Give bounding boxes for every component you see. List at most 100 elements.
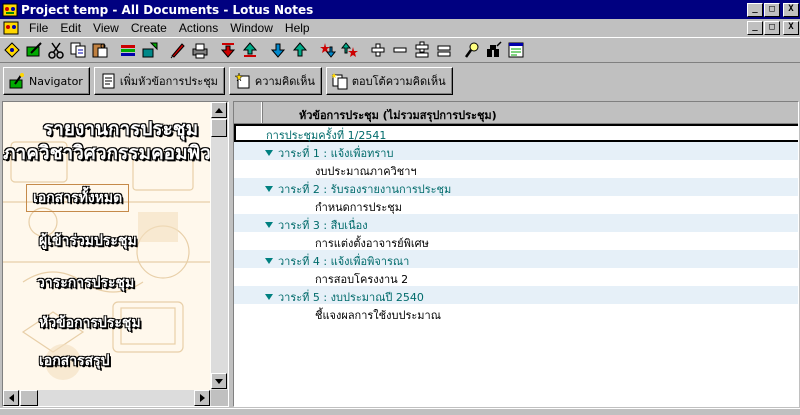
nav-link-attendees[interactable]: ผู้เข้าร่วมประชุม (39, 230, 137, 252)
open-database-icon[interactable] (1, 39, 23, 61)
document-row[interactable]: งบประมาณภาควิชาฯ (234, 160, 798, 178)
vertical-scroll-thumb[interactable] (211, 119, 227, 137)
menu-actions[interactable]: Actions (173, 21, 224, 35)
view-pane: หัวข้อการประชุม (ไม่รวมสรุปการประชุม) กา… (233, 101, 799, 407)
status-bar (0, 408, 800, 415)
doc-close-button[interactable]: X (783, 21, 799, 35)
view-column-header[interactable]: หัวข้อการประชุม (ไม่รวมสรุปการประชุม) (234, 102, 798, 124)
selection-column-header (234, 102, 263, 123)
expanded-twistie-icon[interactable] (265, 150, 273, 156)
navigator-button[interactable]: Navigator (3, 67, 90, 95)
navigator-pane: รายงานการประชุม ภาควิชาวิศวกรรมคอมพิวเตอ… (2, 101, 229, 407)
scroll-up-arrow-icon[interactable] (211, 102, 227, 118)
row-label: การแต่งตั้งอาจารย์พิเศษ (315, 237, 429, 250)
collapse-icon[interactable] (389, 39, 411, 61)
row-label: วาระที่ 2 : รับรองรายงานการประชุม (278, 183, 452, 196)
menu-window[interactable]: Window (224, 21, 279, 35)
category-row[interactable]: วาระที่ 3 : สืบเนื่อง (234, 214, 798, 232)
scroll-right-arrow-icon[interactable] (194, 390, 210, 406)
reply-comment-icon (330, 73, 348, 90)
navigator-button-label: Navigator (29, 74, 83, 88)
nav-link-summary[interactable]: เอกสารสรุป (39, 350, 110, 372)
category-row[interactable]: วาระที่ 2 : รับรองรายงานการประชุม (234, 178, 798, 196)
category-row[interactable]: การประชุมครั้งที่ 1/2541 (234, 124, 798, 142)
expanded-twistie-icon[interactable] (265, 222, 273, 228)
expanded-twistie-icon[interactable] (265, 258, 273, 264)
expand-icon[interactable] (367, 39, 389, 61)
next-marked-icon[interactable] (317, 39, 339, 61)
document-list: การประชุมครั้งที่ 1/2541 วาระที่ 1 : แจ้ง… (234, 124, 798, 322)
action-bar: Navigator เพิ่มหัวข้อการประชุม ความคิดเห… (0, 64, 800, 98)
row-label: วาระที่ 5 : งบประมาณปี 2540 (278, 291, 424, 304)
minimize-button[interactable]: _ (747, 2, 763, 17)
categorize-icon[interactable] (139, 39, 161, 61)
document-row[interactable]: การแต่งตั้งอาจารย์พิเศษ (234, 232, 798, 250)
previous-unread-icon[interactable] (289, 39, 311, 61)
doc-minimize-button[interactable]: _ (747, 21, 763, 35)
title-bar: Project temp - All Documents - Lotus Not… (0, 0, 800, 19)
navigator-title-line2: ภาควิชาวิศวกรรมคอมพิวเตอร์ (3, 142, 210, 164)
menu-file[interactable]: File (23, 21, 54, 35)
row-label: การประชุมครั้งที่ 1/2541 (266, 129, 387, 142)
menu-view[interactable]: View (87, 21, 125, 35)
document-row[interactable]: กำหนดการประชุม (234, 196, 798, 214)
reply-button-label: ตอบโต้ความคิดเห็น (351, 75, 446, 88)
edit-document-icon[interactable] (23, 39, 45, 61)
menu-create[interactable]: Create (125, 21, 173, 35)
search-bar-icon[interactable] (483, 39, 505, 61)
nav-link-topics[interactable]: หัวข้อการประชุม (39, 312, 141, 334)
menu-bar: File Edit View Create Actions Window Hel… (0, 19, 800, 37)
row-label: ชี้แจงผลการใช้งบประมาณ (315, 309, 441, 322)
category-row[interactable]: วาระที่ 4 : แจ้งเพื่อพิจารณา (234, 250, 798, 268)
new-topic-button[interactable]: เพิ่มหัวข้อการประชุม (93, 67, 225, 95)
row-label: วาระที่ 3 : สืบเนื่อง (278, 219, 368, 232)
toolbar (0, 37, 800, 63)
new-document-icon (102, 73, 115, 89)
doc-restore-button[interactable]: □ (764, 21, 780, 35)
horizontal-scroll-thumb[interactable] (20, 390, 38, 406)
move-up-icon[interactable] (239, 39, 261, 61)
category-row[interactable]: วาระที่ 1 : แจ้งเพื่อทราบ (234, 142, 798, 160)
properties-icon[interactable] (505, 39, 527, 61)
move-down-icon[interactable] (217, 39, 239, 61)
navigator-vertical-scrollbar[interactable] (211, 102, 228, 390)
comment-button[interactable]: ความคิดเห็น (228, 67, 322, 95)
comment-button-label: ความคิดเห็น (254, 75, 315, 88)
nav-link-all-documents[interactable]: เอกสารทั้งหมด (26, 184, 130, 212)
menu-edit[interactable]: Edit (54, 21, 87, 35)
scroll-left-arrow-icon[interactable] (3, 390, 19, 406)
document-row[interactable]: การสอบโครงงาน 2 (234, 268, 798, 286)
paste-icon[interactable] (89, 39, 111, 61)
close-button[interactable]: X (783, 2, 799, 17)
restore-button[interactable]: □ (764, 2, 780, 17)
document-row[interactable]: ชี้แจงผลการใช้งบประมาณ (234, 304, 798, 322)
new-comment-icon (234, 72, 250, 89)
expanded-twistie-icon[interactable] (265, 294, 273, 300)
row-label: วาระที่ 4 : แจ้งเพื่อพิจารณา (278, 255, 410, 268)
expand-all-icon[interactable] (411, 39, 433, 61)
row-label: งบประมาณภาควิชาฯ (315, 165, 417, 178)
document-control-icon[interactable] (3, 21, 19, 35)
scroll-down-arrow-icon[interactable] (211, 373, 227, 389)
search-icon[interactable] (461, 39, 483, 61)
navigator-canvas: รายงานการประชุม ภาควิชาวิศวกรรมคอมพิวเตอ… (3, 102, 210, 390)
navigator-horizontal-scrollbar[interactable] (3, 390, 211, 406)
expanded-twistie-icon[interactable] (265, 186, 273, 192)
nav-link-agenda[interactable]: วาระการประชุม (37, 272, 134, 294)
navigator-icon (9, 73, 24, 89)
print-icon[interactable] (189, 39, 211, 61)
attachment-icon[interactable] (167, 39, 189, 61)
cut-icon[interactable] (45, 39, 67, 61)
category-row[interactable]: วาระที่ 5 : งบประมาณปี 2540 (234, 286, 798, 304)
menu-help[interactable]: Help (279, 21, 316, 35)
copy-icon[interactable] (67, 39, 89, 61)
lotus-notes-app-icon[interactable] (2, 2, 18, 18)
previous-marked-icon[interactable] (339, 39, 361, 61)
reply-button[interactable]: ตอบโต้ความคิดเห็น (325, 67, 453, 95)
bookmark-icon[interactable] (117, 39, 139, 61)
row-label: กำหนดการประชุม (315, 201, 403, 214)
window-title: Project temp - All Documents - Lotus Not… (21, 2, 314, 17)
next-unread-icon[interactable] (267, 39, 289, 61)
column-title[interactable]: หัวข้อการประชุม (ไม่รวมสรุปการประชุม) (299, 106, 497, 124)
collapse-all-icon[interactable] (433, 39, 455, 61)
